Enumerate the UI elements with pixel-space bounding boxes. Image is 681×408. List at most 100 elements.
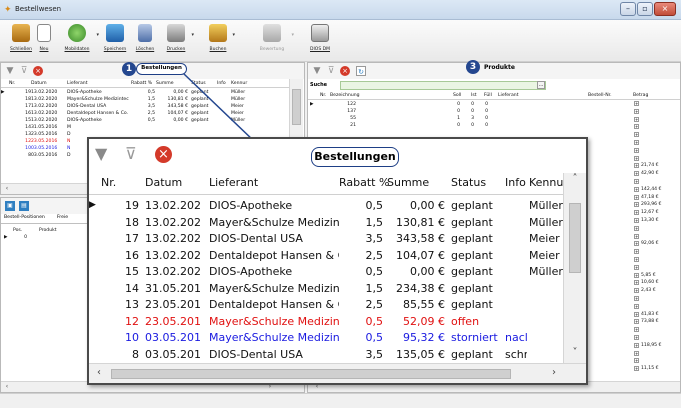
expand-icon[interactable]: + (634, 147, 639, 153)
expand-icon[interactable]: + (634, 225, 639, 231)
column-header[interactable]: Datum (145, 173, 201, 193)
column-header[interactable]: Ist (471, 92, 481, 99)
column-header[interactable]: Lieferant (209, 173, 339, 193)
refresh-icon[interactable]: ↻ (356, 66, 366, 76)
expand-icon[interactable]: + (634, 101, 639, 106)
search-input[interactable] (340, 81, 546, 90)
expand-icon[interactable]: + (634, 186, 639, 192)
table-row[interactable]: 1813.02.2020Mayer&Schulze Medizintec1,51… (89, 214, 563, 231)
maximize-button[interactable]: ▫ (637, 2, 653, 16)
column-header[interactable]: Soll (453, 92, 467, 99)
expand-icon[interactable]: + (634, 140, 639, 145)
table-row[interactable]: 14 31.05.2016 M (1, 124, 289, 131)
expand-icon[interactable]: + (634, 350, 639, 356)
expand-icon[interactable]: + (634, 296, 639, 301)
add-position-icon[interactable]: ▣ (5, 201, 15, 211)
column-header[interactable]: Betrag (633, 92, 663, 99)
column-header[interactable]: Rabatt % (339, 173, 393, 193)
column-header[interactable]: Datum (31, 80, 65, 87)
close-window-button[interactable]: × (654, 2, 676, 16)
print-tool-button[interactable]: Drucken ▾ (163, 24, 194, 58)
column-header[interactable]: Kennur (231, 80, 261, 87)
table-row[interactable]: 13 23.05.2016 Dentaldepot Hansen & Co. 2,5 8… (89, 296, 563, 313)
table-row[interactable]: 12 23.05.2016 Mayer&Schulze Medizintec 0,5 5… (89, 313, 563, 330)
tab-bestell-positionen[interactable]: Bestell-Positionen (4, 215, 45, 220)
column-header[interactable]: Füll (484, 92, 496, 99)
scroll-thumb[interactable] (569, 203, 581, 273)
expand-icon[interactable]: + (634, 116, 639, 122)
expand-icon[interactable]: + (634, 132, 639, 138)
column-header[interactable]: Nr. (320, 92, 328, 99)
zoom-remove-icon[interactable]: × (155, 146, 172, 163)
expand-icon[interactable]: + (634, 233, 639, 239)
expand-icon[interactable]: + (634, 280, 639, 286)
expand-icon[interactable]: + (634, 358, 639, 364)
table-row[interactable]: ▶ 1913.02.2020 DIOS-Apotheke 0,5 0,00 €gepla… (1, 89, 289, 96)
scroll-up-icon[interactable]: ˄ (569, 174, 581, 184)
scroll-left-icon[interactable]: ‹ (94, 368, 104, 378)
column-header[interactable]: Info (217, 80, 229, 87)
expand-icon[interactable]: + (634, 108, 639, 114)
table-row[interactable]: 1513.02.2020DIOS-Apotheke0,50,00 €geplan… (89, 263, 563, 280)
table-row[interactable]: 14 31.05.2016 Mayer&Schulze Medizintec 1,5 2… (89, 280, 563, 297)
table-row[interactable]: 1713.02.2020DIOS-Dental USA3,5343,58 €ge… (1, 103, 289, 110)
filter-icon[interactable]: ▼ (312, 66, 322, 76)
close-tool-button[interactable]: Schließen (6, 24, 36, 58)
column-header[interactable]: Info (505, 173, 527, 193)
expand-icon[interactable]: + (634, 171, 639, 177)
column-header[interactable]: Lieferant (498, 92, 538, 99)
dios-dm-tool-button[interactable]: DIOS DM (309, 24, 331, 58)
book-tool-button[interactable]: Buchen ▾ (206, 24, 235, 58)
minimize-button[interactable]: – (620, 2, 636, 16)
expand-icon[interactable]: + (634, 124, 639, 130)
zoom-horizontal-scrollbar[interactable]: ‹ › (89, 363, 586, 383)
expand-icon[interactable]: + (634, 319, 639, 325)
expand-icon[interactable]: + (634, 342, 639, 348)
table-row[interactable]: 1713.02.2020DIOS-Dental USA3,5343,58 €ge… (89, 230, 563, 247)
table-row[interactable]: 137 0 0 0 (308, 108, 680, 115)
expand-icon[interactable]: + (634, 288, 639, 294)
expand-icon[interactable]: + (634, 327, 639, 333)
column-header[interactable]: Summe (156, 80, 188, 87)
expand-icon[interactable]: + (634, 257, 639, 262)
table-row[interactable]: 55 1 3 0 (308, 115, 680, 122)
table-row[interactable]: 1613.02.2020Dentaldepot Hansen & Co.2,51… (1, 110, 289, 117)
column-header[interactable]: Kennur (529, 173, 563, 193)
column-header[interactable]: Summe (387, 173, 445, 193)
column-header[interactable]: Status (451, 173, 503, 193)
column-header[interactable]: Lieferant (67, 80, 129, 87)
expand-icon[interactable]: + (634, 202, 639, 208)
column-header[interactable]: Nr. (101, 173, 127, 193)
scroll-thumb[interactable] (292, 89, 301, 125)
expand-icon[interactable]: + (634, 194, 639, 200)
expand-icon[interactable]: + (634, 218, 639, 223)
column-header[interactable]: Rabatt % (131, 80, 155, 87)
expand-icon[interactable]: + (634, 163, 639, 169)
scroll-left-icon[interactable]: ‹ (3, 185, 11, 193)
scroll-down-icon[interactable]: ˅ (569, 348, 581, 358)
chevron-down-icon[interactable]: ▾ (191, 32, 194, 38)
remove-icon[interactable]: × (33, 66, 43, 76)
expand-icon[interactable]: + (634, 366, 639, 372)
expand-icon[interactable]: + (634, 179, 639, 184)
tab-freie[interactable]: Freie (57, 215, 68, 220)
table-row[interactable]: 1813.02.2020Mayer&Schulze Medizintec1,51… (1, 96, 289, 103)
table-row[interactable]: 1513.02.2020DIOS-Apotheke0,50,00 €geplan… (1, 117, 289, 124)
expand-icon[interactable]: + (634, 335, 639, 340)
column-header[interactable]: Bezeichnung (330, 92, 378, 99)
table-row[interactable]: 10 03.05.2016 Mayer&Schulze Medizintec 0,5 9… (89, 329, 563, 346)
remove-position-icon[interactable]: ▤ (19, 201, 29, 211)
save-tool-button[interactable]: Speichern (102, 24, 128, 58)
table-row[interactable]: ▶ 122 0 0 0 (308, 101, 680, 108)
delete-tool-button[interactable]: Löschen (133, 24, 157, 58)
filter-clear-icon[interactable]: ⊽ (19, 66, 29, 76)
remove-icon[interactable]: × (340, 66, 350, 76)
table-row[interactable]: 1613.02.2020Dentaldepot Hansen & Co.2,51… (89, 247, 563, 264)
expand-icon[interactable]: + (634, 264, 639, 270)
chevron-down-icon[interactable]: ▾ (232, 32, 235, 38)
expand-icon[interactable]: + (634, 241, 639, 247)
scroll-right-icon[interactable]: › (549, 368, 559, 378)
new-tool-button[interactable]: Neu (34, 24, 54, 58)
chevron-down-icon[interactable]: ▾ (96, 32, 99, 38)
column-header[interactable]: Status (191, 80, 215, 87)
